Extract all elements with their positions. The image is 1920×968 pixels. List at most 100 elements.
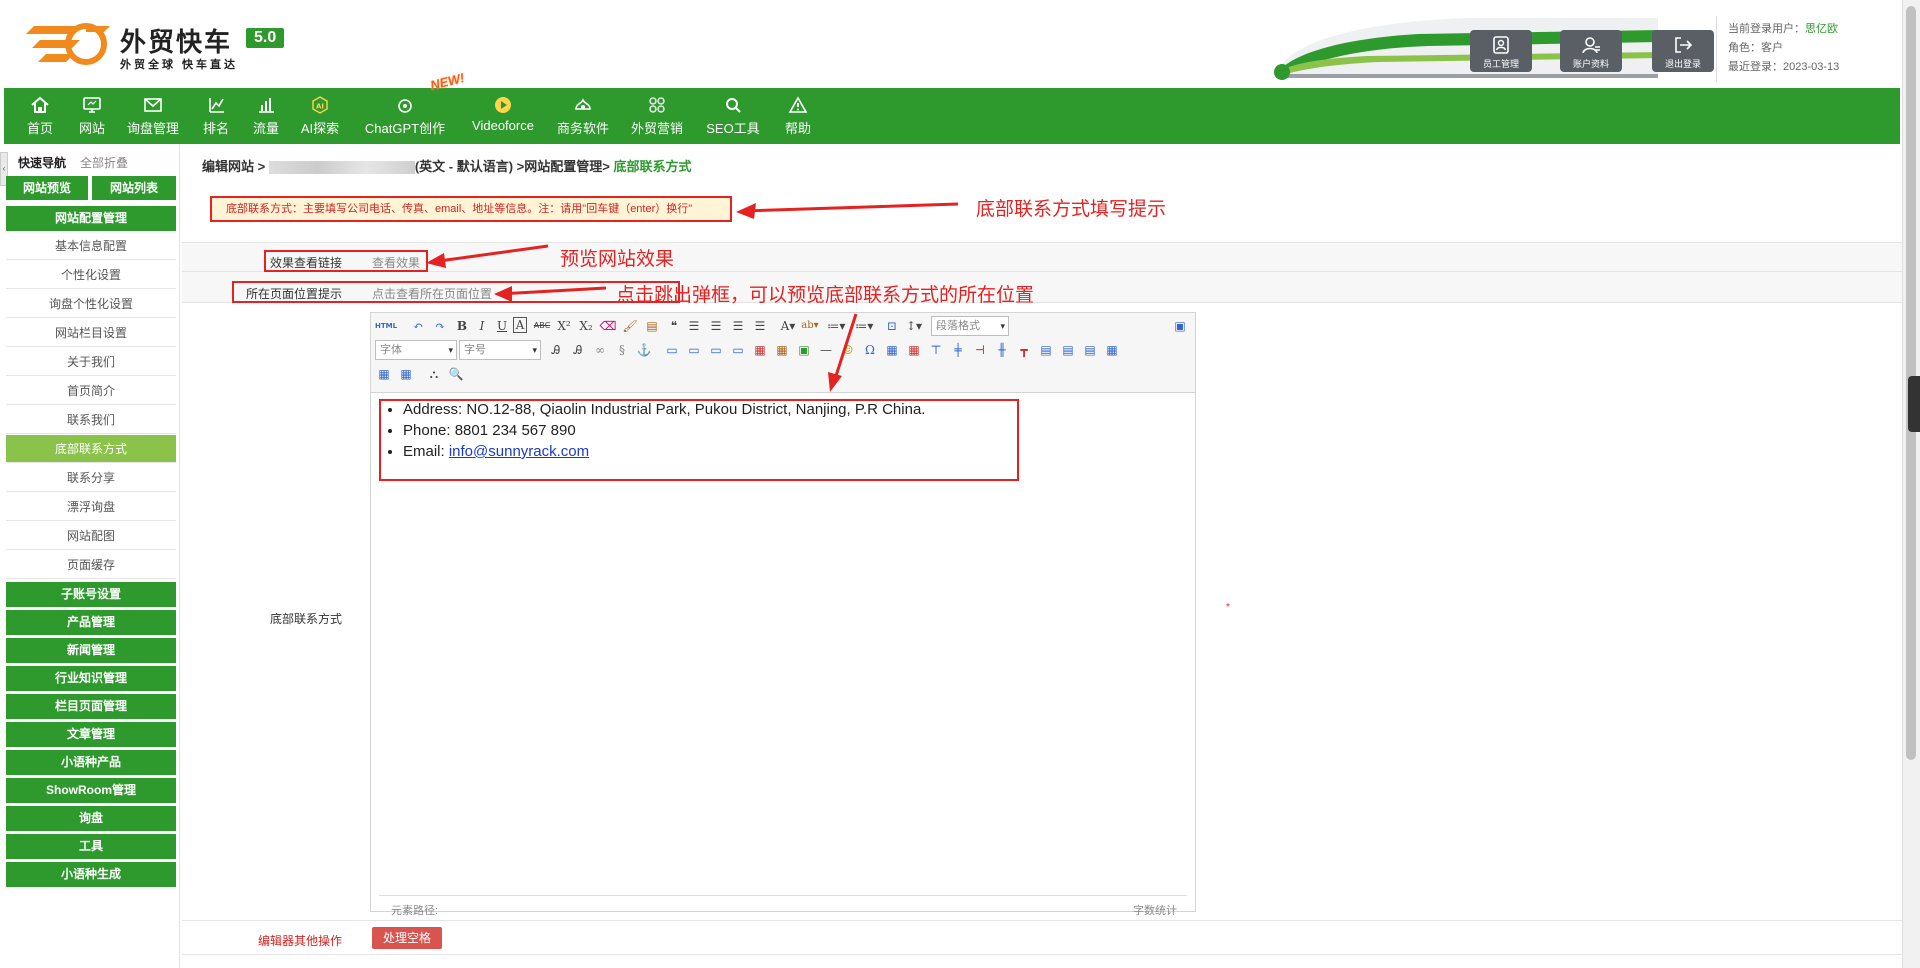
position-hint-link[interactable]: 点击查看所在页面位置 <box>372 285 492 302</box>
font-color-icon[interactable]: A▾ <box>779 317 797 335</box>
sidebar-group[interactable]: 行业知识管理 <box>6 666 176 691</box>
collapse-all-link[interactable]: 全部折叠 <box>80 154 128 171</box>
unordered-list-icon[interactable]: ≔▾ <box>855 317 873 335</box>
insert-row-icon[interactable]: ╪ <box>949 341 967 359</box>
nav-item-home[interactable]: 首页 <box>18 88 62 144</box>
text-box-icon[interactable]: ⊡ <box>883 317 901 335</box>
sidebar-group[interactable]: 文章管理 <box>6 722 176 747</box>
nav-item-traffic[interactable]: 流量 <box>244 88 288 144</box>
subscript-button[interactable]: X₂ <box>577 317 595 335</box>
sidebar-group-config[interactable]: 网站配置管理 <box>6 206 176 231</box>
link-icon[interactable]: ∞ <box>591 341 609 359</box>
delete-table-icon[interactable]: ▦ <box>905 341 923 359</box>
nav-item-ai[interactable]: AI AI探索 <box>298 88 342 144</box>
sidebar-group[interactable]: 产品管理 <box>6 610 176 635</box>
superscript-button[interactable]: X² <box>555 317 573 335</box>
rich-text-editor[interactable]: HTML ↶ ↷ B I U A ABC X² X₂ ⌫ 🖌 ▤ ❝ ☰ ☰ ☰… <box>370 312 1196 917</box>
undo-button[interactable]: ↶ <box>409 317 427 335</box>
paragraph-format-select[interactable]: 段落格式 <box>931 316 1009 336</box>
sidebar-group[interactable]: 询盘 <box>6 806 176 831</box>
fullscreen-icon[interactable]: ▣ <box>1171 317 1189 335</box>
image-right-icon[interactable]: ▭ <box>685 341 703 359</box>
nav-item-software[interactable]: 商务软件 <box>552 88 614 144</box>
strikethrough-button[interactable]: ABC <box>533 317 551 335</box>
image-center-icon[interactable]: ▭ <box>729 341 747 359</box>
align-center-icon[interactable]: ☰ <box>707 317 725 335</box>
sidebar-item[interactable]: 首页简介 <box>6 377 176 405</box>
email-link[interactable]: info@sunnyrack.com <box>449 443 589 460</box>
text-direction-icon[interactable]: Ꭿ <box>547 341 565 359</box>
delete-row-icon[interactable]: ⊣ <box>971 341 989 359</box>
insert-col-icon[interactable]: ╫ <box>993 341 1011 359</box>
sidebar-group[interactable]: 小语种生成 <box>6 862 176 887</box>
multi-image-icon[interactable]: ▦ <box>773 341 791 359</box>
highlight-icon[interactable]: ab▾ <box>801 317 819 335</box>
map-icon[interactable]: ▣ <box>795 341 813 359</box>
align-left-icon[interactable]: ☰ <box>685 317 703 335</box>
font-family-select[interactable]: 字体 <box>375 340 457 360</box>
quick-nav-label[interactable]: 快速导航 <box>18 154 66 171</box>
unlink-icon[interactable]: § <box>613 341 631 359</box>
breadcrumb-lang[interactable]: (英文 - 默认语言) >网站配置管理> <box>415 159 610 174</box>
sidebar-item[interactable]: 关于我们 <box>6 348 176 376</box>
split-cols-icon[interactable]: ▦ <box>397 365 415 383</box>
sidebar-item[interactable]: 询盘个性化设置 <box>6 290 176 318</box>
blockquote-icon[interactable]: ❝ <box>665 317 683 335</box>
sidebar-item[interactable]: 联系我们 <box>6 406 176 434</box>
page-scrollbar[interactable] <box>1902 0 1920 968</box>
eraser-icon[interactable]: ⌫ <box>599 317 617 335</box>
sidebar-item[interactable]: 个性化设置 <box>6 261 176 289</box>
merge-down-icon[interactable]: ▤ <box>1081 341 1099 359</box>
special-char-icon[interactable]: Ω <box>861 341 879 359</box>
html-source-button[interactable]: HTML <box>375 317 397 335</box>
image-left-icon[interactable]: ▭ <box>663 341 681 359</box>
italic-button[interactable]: I <box>473 317 491 335</box>
breadcrumb-prefix[interactable]: 编辑网站 > <box>202 159 265 174</box>
sidebar-item[interactable]: 网站配图 <box>6 522 176 550</box>
sidebar-group[interactable]: 工具 <box>6 834 176 859</box>
sidebar-group[interactable]: 栏目页面管理 <box>6 694 176 719</box>
sidebar-item[interactable]: 网站栏目设置 <box>6 319 176 347</box>
nav-item-help[interactable]: 帮助 <box>776 88 820 144</box>
split-cells-icon[interactable]: ▦ <box>1103 341 1121 359</box>
table-caption-icon[interactable]: ⊤ <box>927 341 945 359</box>
image-icon[interactable]: ▦ <box>751 341 769 359</box>
emoji-icon[interactable]: ☺ <box>839 341 857 359</box>
editor-content[interactable]: Address: NO.12-88, Qiaolin Industrial Pa… <box>381 399 1181 462</box>
horizontal-rule-icon[interactable]: — <box>817 341 835 359</box>
sidebar-item[interactable]: 联系分享 <box>6 464 176 492</box>
logo[interactable]: 外贸快车 5.0 外贸全球 快车直达 <box>24 16 324 76</box>
sidebar-item[interactable]: 漂浮询盘 <box>6 493 176 521</box>
redo-button[interactable]: ↷ <box>431 317 449 335</box>
staff-management-button[interactable]: 员工管理 <box>1470 30 1532 72</box>
sidebar-group[interactable]: 新闻管理 <box>6 638 176 663</box>
split-rows-icon[interactable]: ▦ <box>375 365 393 383</box>
align-right-icon[interactable]: ☰ <box>729 317 747 335</box>
sidebar-group[interactable]: 子账号设置 <box>6 582 176 607</box>
image-none-icon[interactable]: ▭ <box>707 341 725 359</box>
nav-item-marketing[interactable]: 外贸营销 <box>626 88 688 144</box>
underline-button[interactable]: U <box>493 317 511 335</box>
format-brush-icon[interactable]: 🖌 <box>621 317 639 335</box>
border-text-button[interactable]: A <box>513 317 527 333</box>
delete-col-icon[interactable]: ┳ <box>1015 341 1033 359</box>
sidebar-item-active[interactable]: 底部联系方式 <box>6 435 176 463</box>
auto-format-icon[interactable]: ▤ <box>643 317 661 335</box>
account-info-button[interactable]: 账户资料 <box>1560 30 1622 72</box>
side-float-widget[interactable] <box>1908 376 1920 432</box>
sidebar-group[interactable]: ShowRoom管理 <box>6 778 176 803</box>
bold-button[interactable]: B <box>453 317 471 335</box>
sidebar-group[interactable]: 小语种产品 <box>6 750 176 775</box>
sidebar-item[interactable]: 基本信息配置 <box>6 232 176 260</box>
line-height-icon[interactable]: ↕▾ <box>905 317 923 335</box>
preview-link[interactable]: 查看效果 <box>372 254 420 271</box>
preview-icon[interactable]: 🔍 <box>447 365 465 383</box>
nav-item-ranking[interactable]: 排名 <box>194 88 238 144</box>
nav-item-inquiry[interactable]: 询盘管理 <box>122 88 184 144</box>
sidebar-item[interactable]: 页面缓存 <box>6 551 176 579</box>
anchor-icon[interactable]: ⚓ <box>635 341 653 359</box>
find-replace-icon[interactable]: ⛬ <box>425 365 443 383</box>
website-preview-button[interactable]: 网站预览 <box>6 176 88 200</box>
nav-item-chatgpt[interactable]: ChatGPT创作 <box>362 88 448 144</box>
process-spaces-button[interactable]: 处理空格 <box>372 927 442 949</box>
